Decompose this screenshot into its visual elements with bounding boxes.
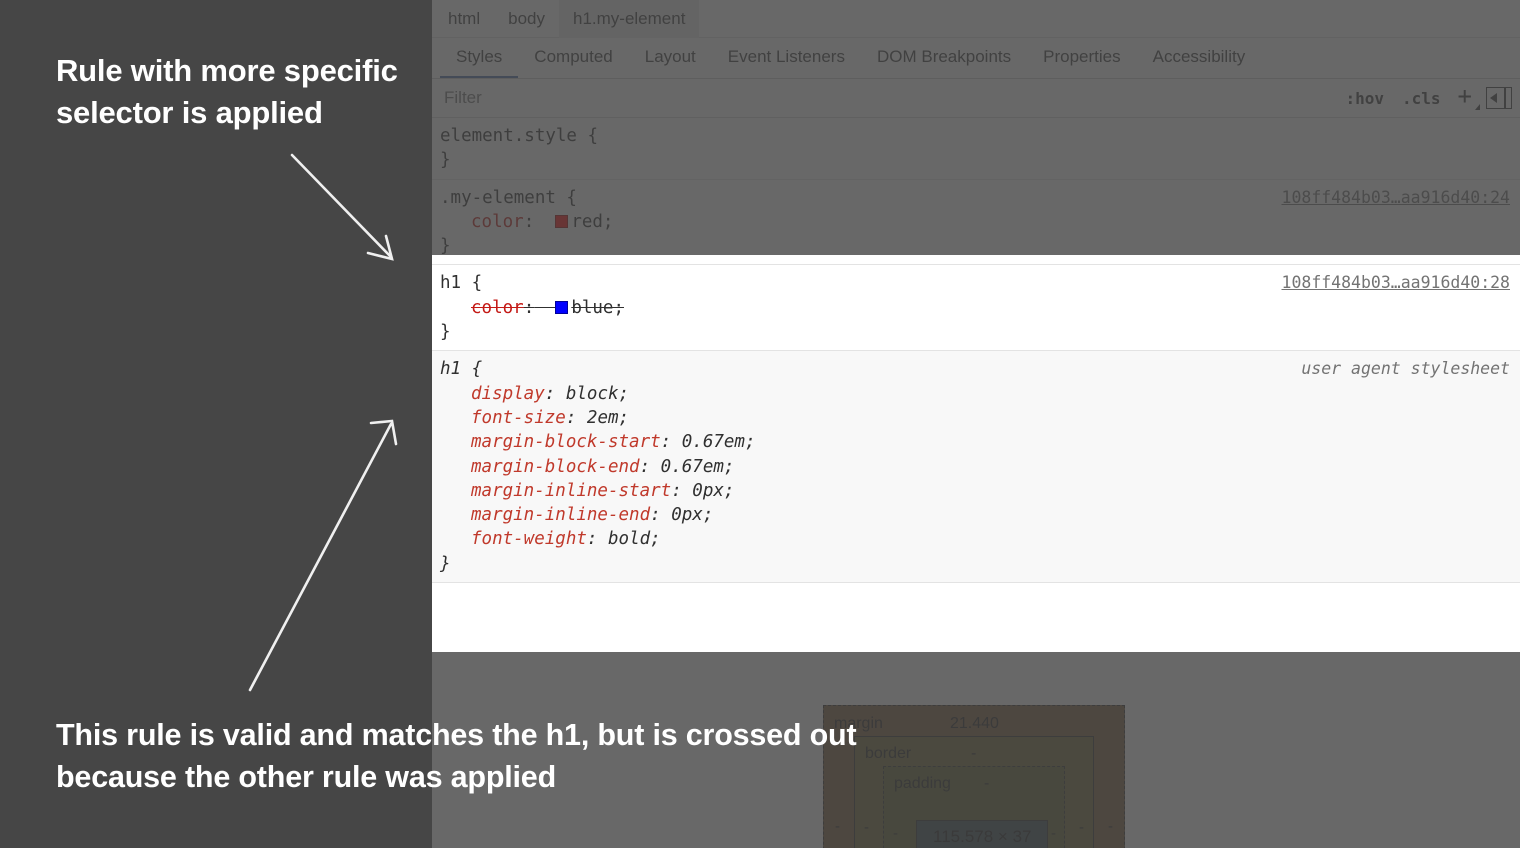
breadcrumb-item-h1-my-element[interactable]: h1.my-element: [559, 0, 699, 38]
value-font-weight: bold;: [608, 529, 661, 549]
color-swatch-red[interactable]: [555, 215, 568, 228]
arrow-top-line: [292, 155, 391, 257]
dim-overlay-left: [0, 255, 432, 652]
colon: :: [524, 212, 535, 232]
box-model-border-right[interactable]: -: [1079, 819, 1084, 836]
rule-element-style[interactable]: element.style { }: [432, 118, 1520, 180]
plus-icon: +: [1458, 82, 1472, 110]
box-model-margin-left[interactable]: -: [835, 818, 840, 835]
screenshot-root: html body h1.my-element Styles Computed …: [0, 0, 1520, 848]
selector-element-style[interactable]: element.style {: [440, 124, 1520, 148]
box-model-content-size[interactable]: 115.578 × 37: [916, 820, 1048, 848]
property-margin-block-end: margin-block-end: [471, 457, 640, 477]
chevron-down-icon: [1475, 104, 1480, 110]
triangle-left-icon: [1490, 93, 1497, 103]
toggle-computed-sidebar-button[interactable]: [1486, 87, 1512, 109]
tab-computed[interactable]: Computed: [518, 38, 628, 78]
declaration-color-red[interactable]: color: red;: [440, 210, 1520, 234]
new-style-rule-button[interactable]: +: [1452, 84, 1482, 112]
box-model-padding-box: padding - - - 115.578 × 37: [883, 766, 1065, 848]
value-blue[interactable]: blue;: [571, 298, 624, 318]
source-link-my-element[interactable]: 108ff484b03…aa916d40:24: [1282, 186, 1510, 210]
rule-my-element[interactable]: 108ff484b03…aa916d40:24 .my-element { co…: [432, 180, 1520, 266]
annotation-bottom: This rule is valid and matches the h1, b…: [56, 714, 886, 798]
box-model-padding-label: padding: [894, 775, 951, 793]
devtools-tabbar: Styles Computed Layout Event Listeners D…: [432, 38, 1520, 79]
value-font-size: 2em;: [587, 408, 629, 428]
box-model-border-left[interactable]: -: [864, 819, 869, 836]
property-font-weight: font-weight: [471, 529, 587, 549]
property-margin-inline-end: margin-inline-end: [471, 505, 650, 525]
styles-toolbar-buttons: :hov .cls +: [1338, 84, 1520, 112]
value-display: block;: [566, 384, 629, 404]
box-model-margin-value[interactable]: 21.440: [950, 715, 999, 733]
annotation-top: Rule with more specific selector is appl…: [56, 50, 476, 134]
tab-layout[interactable]: Layout: [629, 38, 712, 78]
tab-properties[interactable]: Properties: [1027, 38, 1136, 78]
breadcrumb-item-html[interactable]: html: [434, 0, 494, 38]
source-label-user-agent-stylesheet: user agent stylesheet: [1301, 357, 1510, 381]
property-margin-inline-start: margin-inline-start: [471, 481, 671, 501]
declaration-margin-block-end: margin-block-end: 0.67em;: [440, 455, 1520, 479]
box-model-border-box: border - - - padding - - - 115.578 × 37: [854, 736, 1094, 848]
close-brace: }: [440, 320, 1520, 344]
tab-event-listeners[interactable]: Event Listeners: [712, 38, 861, 78]
property-font-size: font-size: [471, 408, 566, 428]
arrow-bottom-head: [371, 421, 396, 444]
declaration-display: display: block;: [440, 382, 1520, 406]
hov-button[interactable]: :hov: [1338, 86, 1391, 111]
close-brace: }: [440, 234, 1520, 258]
breadcrumb-item-body[interactable]: body: [494, 0, 559, 38]
value-margin-block-start: 0.67em;: [682, 432, 756, 452]
property-color[interactable]: color: [471, 212, 524, 232]
declaration-font-weight: font-weight: bold;: [440, 527, 1520, 551]
declaration-color-blue-overridden[interactable]: color: blue;: [440, 296, 1520, 320]
rule-h1-user-agent: user agent stylesheet h1 { display: bloc…: [432, 351, 1520, 583]
declaration-margin-inline-end: margin-inline-end: 0px;: [440, 503, 1520, 527]
filter-input[interactable]: [432, 79, 1338, 117]
box-model-padding-right[interactable]: -: [1051, 825, 1056, 842]
arrow-bottom-line: [250, 424, 391, 690]
value-margin-inline-end: 0px;: [671, 505, 713, 525]
value-margin-block-end: 0.67em;: [661, 457, 735, 477]
declaration-margin-block-start: margin-block-start: 0.67em;: [440, 430, 1520, 454]
breadcrumb: html body h1.my-element: [432, 0, 1520, 38]
close-brace: }: [440, 148, 1520, 172]
source-link-h1[interactable]: 108ff484b03…aa916d40:28: [1282, 271, 1510, 295]
declaration-margin-inline-start: margin-inline-start: 0px;: [440, 479, 1520, 503]
box-model-margin-right[interactable]: -: [1108, 818, 1113, 835]
color-swatch-blue[interactable]: [555, 301, 568, 314]
box-model-border-value[interactable]: -: [971, 745, 976, 763]
property-margin-block-start: margin-block-start: [471, 432, 661, 452]
styles-toolbar: :hov .cls +: [432, 79, 1520, 118]
tab-dom-breakpoints[interactable]: DOM Breakpoints: [861, 38, 1027, 78]
property-display: display: [471, 384, 545, 404]
declaration-font-size: font-size: 2em;: [440, 406, 1520, 430]
property-color[interactable]: color: [471, 298, 524, 318]
box-model-padding-value[interactable]: -: [984, 775, 989, 793]
sidebar-divider-icon: [1504, 88, 1506, 108]
arrow-top-head: [368, 236, 392, 259]
colon: :: [524, 298, 535, 318]
tab-accessibility[interactable]: Accessibility: [1137, 38, 1262, 78]
value-red[interactable]: red;: [571, 212, 613, 232]
rule-h1-author[interactable]: 108ff484b03…aa916d40:28 h1 { color: blue…: [432, 265, 1520, 351]
cls-button[interactable]: .cls: [1395, 86, 1448, 111]
box-model-padding-left[interactable]: -: [893, 825, 898, 842]
close-brace: }: [440, 552, 1520, 576]
value-margin-inline-start: 0px;: [692, 481, 734, 501]
